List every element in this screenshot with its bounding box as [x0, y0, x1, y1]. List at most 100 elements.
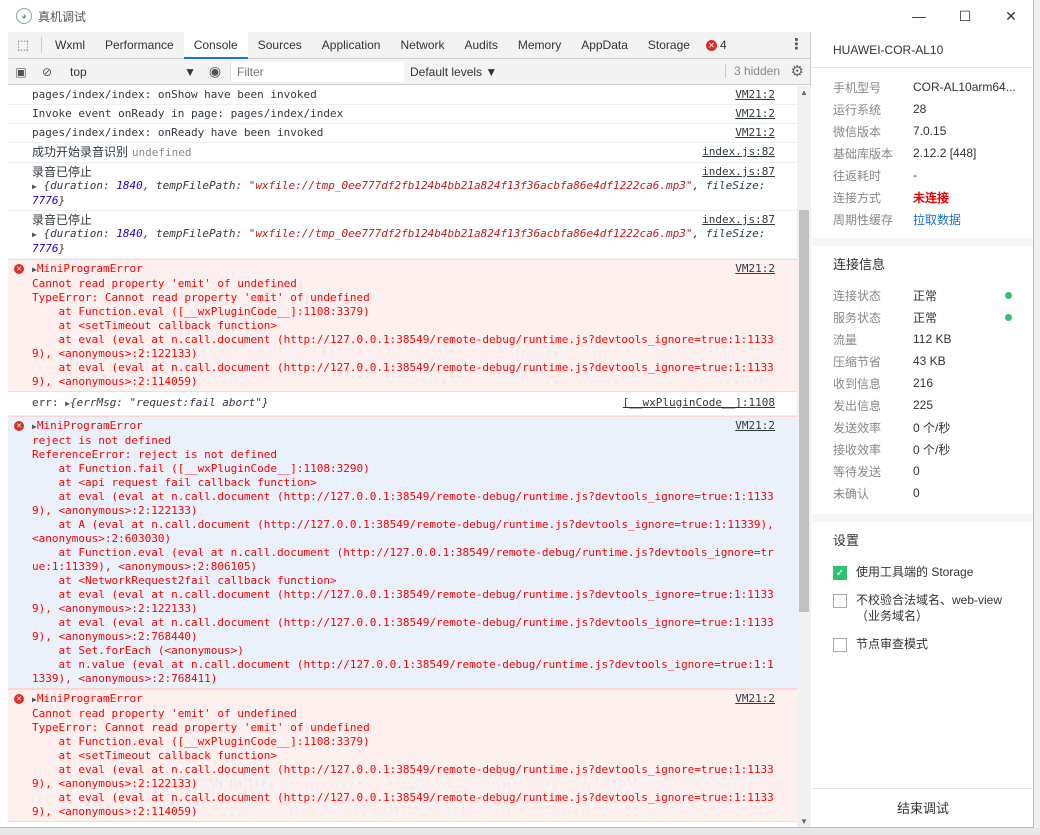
log-levels-select[interactable]: Default levels ▼ [410, 65, 497, 79]
source-link[interactable]: VM21:2 [735, 107, 775, 121]
app-logo-icon: ◕ [16, 8, 32, 24]
error-icon: ✕ [14, 264, 24, 274]
devtools-tabs: ⬚ Wxml Performance Console Sources Appli… [8, 31, 810, 59]
error-icon: ✕ [14, 421, 24, 431]
more-menu-icon[interactable]: ⋮ [789, 32, 804, 59]
node-inspect-checkbox[interactable]: 节点审查模式 [812, 636, 1033, 652]
conn-row: 发出信息 225 [833, 398, 934, 413]
source-link[interactable]: VM21:2 [735, 692, 775, 706]
log-message: 录音已停止 index.js:87 ▶ {duration: 1840, temp… [8, 211, 797, 259]
log-message: 成功开始录音识别 undefined index.js:82 [8, 143, 797, 163]
console-output: pages/index/index: onShow have been invo… [8, 86, 797, 827]
conn-row: 等待发送 0 [833, 464, 920, 479]
status-dot-icon [1005, 291, 1012, 299]
tab-network[interactable]: Network [390, 32, 454, 59]
source-link[interactable]: VM21:2 [735, 262, 775, 276]
eye-icon[interactable]: ◉ [200, 63, 230, 80]
info-row: 往返耗时 - [833, 168, 917, 183]
info-row: 运行系统 28 [833, 102, 927, 117]
hidden-count: 3 hidden [724, 64, 780, 78]
devtools-window: ◕ 真机调试 — ☐ ✕ ⬚ Wxml Performance Console … [0, 0, 1034, 828]
minimize-button[interactable]: — [896, 0, 942, 32]
info-row: 基础库版本 2.12.2 [448] [833, 146, 977, 161]
tab-sources[interactable]: Sources [248, 32, 312, 59]
error-icon: ✕ [705, 39, 717, 51]
device-info-panel: HUAWEI-COR-AL10 手机型号 COR-AL10arm64... 运行系… [812, 32, 1033, 827]
conn-row: 发送效率 0 个/秒 [833, 420, 951, 435]
source-link[interactable]: VM21:2 [735, 419, 775, 433]
tab-appdata[interactable]: AppData [571, 32, 638, 59]
section-title: 连接信息 [833, 257, 886, 272]
gear-icon[interactable]: ⚙ [791, 62, 804, 80]
dropdown-arrow-icon: ▼ [184, 64, 196, 79]
storage-checkbox[interactable]: ✓ 使用工具端的 Storage [812, 564, 1033, 580]
source-link[interactable]: [__wxPluginCode__]:1108 [623, 396, 775, 410]
log-message: 录音已停止 index.js:87 ▶ {duration: 1840, temp… [8, 163, 797, 211]
conn-row: 压缩节省 43 KB [833, 354, 946, 369]
log-message: err: ▶{errMsg: "request:fail abort"} [__w… [8, 392, 797, 416]
conn-row: 流量 112 KB [833, 332, 952, 347]
checkbox-icon[interactable] [833, 638, 847, 652]
error-message: ✕ VM21:2 ▶MiniProgramError Cannot read pro… [8, 259, 797, 392]
log-message: Invoke event onReady in page: pages/inde… [8, 105, 797, 124]
conn-row: 收到信息 216 [833, 376, 934, 391]
info-row: 手机型号 COR-AL10arm64... [833, 80, 1016, 95]
background-edge [0, 828, 1040, 835]
context-select[interactable]: top ▼ [66, 62, 200, 82]
info-row: 周期性缓存 拉取数据 [812, 208, 1033, 230]
inspect-element-icon[interactable]: ⬚ [8, 32, 38, 59]
log-object[interactable]: ▶{errMsg: "request:fail abort"} [65, 396, 269, 409]
source-link[interactable]: index.js:87 [702, 213, 775, 227]
error-message: ✕ VM21:2 ▶MiniProgramError reject is not d… [8, 416, 797, 689]
scroll-down-icon[interactable]: ▼ [800, 817, 808, 826]
scroll-up-icon[interactable]: ▲ [800, 88, 808, 97]
conn-row: 未确认 0 [833, 486, 920, 501]
connection-section: 连接信息 连接状态 正常 服务状态 正常 流量 112 KB 压缩节省 43 KB 收到… [812, 238, 1033, 514]
console-scrollbar[interactable]: ▲ ▼ [797, 86, 811, 827]
clear-console-icon[interactable]: ⊘ [34, 59, 60, 85]
devtools-pane: ⬚ Wxml Performance Console Sources Appli… [8, 31, 811, 827]
tab-console[interactable]: Console [183, 31, 248, 59]
device-name: HUAWEI-COR-AL10 [812, 32, 1033, 68]
conn-row: 服务状态 正常 [812, 306, 1033, 328]
info-row: 微信版本 7.0.15 [833, 124, 947, 139]
checkbox-checked-icon[interactable]: ✓ [833, 566, 847, 580]
settings-section: 设置 ✓ 使用工具端的 Storage 不校验合法域名、web-view（业务域名… [812, 514, 1033, 652]
sidebar-toggle-icon[interactable]: ▣ [8, 59, 34, 85]
scrollbar-thumb[interactable] [799, 210, 809, 612]
info-row: 连接方式 未连接 [812, 186, 1033, 208]
section-title: 设置 [833, 533, 860, 548]
checkbox-icon[interactable] [833, 594, 847, 608]
close-button[interactable]: ✕ [988, 0, 1033, 32]
conn-row: 连接状态 正常 [812, 284, 1033, 306]
window-title: 真机调试 [38, 9, 87, 24]
skip-domain-check-checkbox[interactable]: 不校验合法域名、web-view（业务域名） [812, 592, 1033, 624]
source-link[interactable]: VM21:2 [735, 88, 775, 102]
error-count-badge[interactable]: ✕ 4 [700, 38, 733, 52]
tab-wxml[interactable]: Wxml [45, 32, 95, 59]
tab-audits[interactable]: Audits [455, 32, 508, 59]
tab-memory[interactable]: Memory [508, 32, 571, 59]
status-dot-icon [1005, 313, 1012, 321]
divider [41, 37, 42, 53]
source-link[interactable]: VM21:2 [735, 126, 775, 140]
title-bar: ◕ 真机调试 — ☐ ✕ [0, 0, 1033, 32]
tab-performance[interactable]: Performance [95, 32, 184, 59]
background-edge [1034, 0, 1040, 835]
log-object[interactable]: ▶ {duration: 1840, tempFilePath: "wxfile… [8, 227, 773, 256]
tab-storage[interactable]: Storage [638, 32, 700, 59]
log-message: pages/index/index: onReady have been inv… [8, 124, 797, 143]
console-filter-bar: ▣ ⊘ top▼ ◉ Default levels ▼ 3 hidden ⚙ [8, 59, 810, 85]
error-icon: ✕ [14, 694, 24, 704]
log-message: pages/index/index: onShow have been invo… [8, 86, 797, 105]
end-debug-button[interactable]: 结束调试 [812, 788, 1033, 827]
error-message: ✕ VM21:2 ▶MiniProgramError Cannot read pro… [8, 689, 797, 822]
pull-data-link[interactable]: 拉取数据 [913, 211, 1033, 228]
filter-input[interactable] [230, 61, 404, 82]
tab-application[interactable]: Application [312, 32, 391, 59]
source-link[interactable]: index.js:82 [702, 145, 775, 159]
maximize-button[interactable]: ☐ [942, 0, 988, 32]
log-object[interactable]: ▶ {duration: 1840, tempFilePath: "wxfile… [8, 179, 773, 208]
conn-row: 接收效率 0 个/秒 [833, 442, 951, 457]
source-link[interactable]: index.js:87 [702, 165, 775, 179]
